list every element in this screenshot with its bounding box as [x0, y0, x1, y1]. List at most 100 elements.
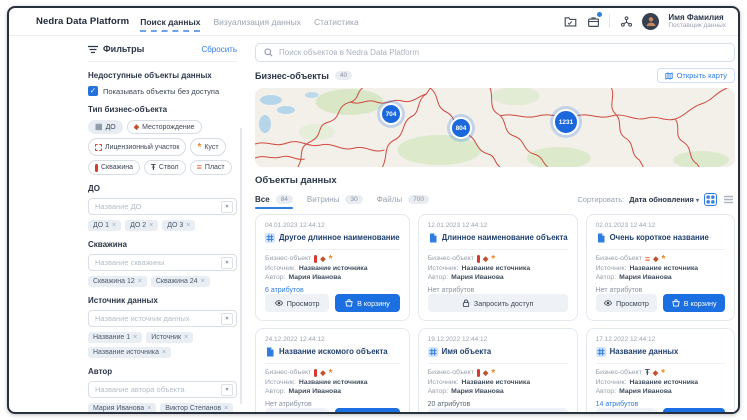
add-to-cart-button[interactable]: В корзину — [335, 294, 400, 313]
author-label: Автор: — [595, 274, 617, 282]
remove-tag-icon[interactable]: × — [138, 278, 142, 285]
org-structure-icon[interactable] — [619, 14, 633, 28]
tab-files-count: 700 — [408, 194, 429, 204]
nav-tab-data-search[interactable]: Поиск данных — [140, 8, 201, 35]
map-cluster-marker[interactable]: 704 — [380, 103, 402, 125]
chip-field[interactable]: ◆ Месторождение — [126, 120, 202, 134]
show-no-access-checkbox-row[interactable]: ✓ Показывать объекты без доступа — [88, 86, 237, 96]
source-label: Источник: — [595, 264, 627, 272]
card-title[interactable]: Название искомого объекта — [279, 347, 388, 356]
sort-dropdown[interactable]: Дата обновления ▾ — [629, 195, 699, 204]
card-title[interactable]: Имя объекта — [442, 347, 492, 356]
remove-tag-icon[interactable]: × — [149, 222, 153, 229]
tag-do-3[interactable]: ДО 3 × — [162, 220, 196, 231]
author-select[interactable]: ▾ — [88, 381, 237, 398]
author-value: Мария Иванова — [451, 388, 504, 396]
attributes-link[interactable]: 14 атрибутов — [596, 401, 725, 408]
user-avatar[interactable] — [642, 12, 660, 30]
view-button[interactable]: Просмотр — [265, 408, 330, 412]
chip-cluster[interactable]: * Куст — [190, 138, 226, 156]
tab-files[interactable]: Файлы 700 — [377, 191, 429, 207]
view-button[interactable]: Просмотр — [265, 294, 330, 313]
remove-tag-icon[interactable]: × — [186, 222, 190, 229]
tag-well-12[interactable]: Скважина 12 × — [88, 276, 147, 287]
remove-tag-icon[interactable]: × — [224, 405, 228, 412]
search-input[interactable] — [279, 48, 726, 57]
request-access-button[interactable]: Запросить доступ — [427, 408, 568, 412]
chip-layer[interactable]: ≡ Пласт — [189, 160, 232, 175]
add-to-cart-button[interactable]: В корзину — [335, 408, 400, 412]
well-select[interactable]: ▾ — [88, 254, 237, 271]
chip-well[interactable]: Скважина — [88, 160, 141, 175]
card-title[interactable]: Длинное наименование объекта — [442, 233, 568, 242]
tag-source-1[interactable]: Название 1 × — [88, 332, 143, 343]
open-map-button[interactable]: Открыть карту — [656, 68, 735, 83]
attributes-text: Нет атрибутов — [427, 287, 475, 295]
app-logo: Nedra Data Platform — [36, 16, 130, 27]
author-input[interactable] — [95, 385, 221, 394]
source-input[interactable] — [95, 314, 221, 323]
map-cluster-marker[interactable]: 804 — [450, 117, 472, 139]
source-label: Источник: — [265, 378, 296, 386]
checkbox-checked-icon[interactable]: ✓ — [88, 86, 98, 96]
tag-do-1[interactable]: ДО 1 × — [88, 220, 122, 231]
remove-tag-icon[interactable]: × — [133, 334, 137, 341]
chevron-down-icon[interactable]: ▾ — [221, 256, 233, 269]
view-button[interactable]: Просмотр — [595, 294, 658, 313]
type-label: Бизнес-объект — [427, 255, 474, 263]
cart-box-icon[interactable] — [586, 11, 604, 28]
grid-view-toggle[interactable] — [704, 192, 717, 206]
do-input[interactable] — [95, 202, 221, 211]
tab-showcases[interactable]: Витрины 30 — [307, 191, 363, 207]
view-button[interactable]: Просмотр — [595, 408, 658, 412]
app-window: Nedra Data Platform Поиск данных Визуали… — [7, 6, 740, 414]
add-to-cart-button[interactable]: В корзину — [663, 294, 726, 313]
remove-tag-icon[interactable]: × — [147, 405, 151, 412]
tag-do-2[interactable]: ДО 2 × — [125, 220, 159, 231]
chevron-down-icon[interactable]: ▾ — [221, 312, 233, 325]
well-input[interactable] — [95, 258, 221, 267]
nav-tab-statistics[interactable]: Статистика — [314, 8, 359, 35]
card-title[interactable]: Другое длинное наименование — [279, 233, 400, 242]
chip-license-area[interactable]: Лицензионный участок — [88, 138, 187, 156]
card-title[interactable]: Очень короткое название — [610, 233, 709, 242]
map-canvas[interactable]: 704 804 1231 — [255, 88, 735, 167]
sidebar-scrollbar[interactable] — [240, 128, 242, 404]
author-label: Автор: — [427, 274, 449, 282]
map-cluster-marker[interactable]: 1231 — [553, 109, 579, 135]
header-divider — [609, 14, 611, 29]
tag-author-2[interactable]: Виктор Степанов × — [160, 403, 234, 412]
well-icon — [476, 255, 480, 264]
card-date: 24.12.2022 12:44:12 — [265, 336, 325, 343]
card-title[interactable]: Название данных — [610, 347, 679, 356]
source-value: Название источника — [629, 378, 699, 386]
source-select[interactable]: ▾ — [88, 310, 237, 327]
data-object-card: 17.12.2022 12:44:12 Название данных Бизн… — [585, 328, 735, 412]
remove-tag-icon[interactable]: × — [162, 349, 166, 356]
attributes-link[interactable]: 6 атрибутов — [265, 287, 400, 294]
tag-well-24[interactable]: Скважина 24 × — [150, 276, 210, 287]
tag-author-1[interactable]: Мария Иванова × — [88, 403, 157, 412]
nav-tab-data-visualization[interactable]: Визуализация данных — [213, 8, 300, 35]
chip-bore[interactable]: Ŧ Ствол — [144, 160, 186, 175]
do-select[interactable]: ▾ — [88, 198, 237, 215]
tab-all[interactable]: Все 84 — [255, 191, 293, 209]
chevron-down-icon[interactable]: ▾ — [221, 200, 233, 213]
documents-icon[interactable] — [563, 14, 577, 28]
search-bar[interactable] — [255, 43, 735, 62]
remove-tag-icon[interactable]: × — [112, 222, 116, 229]
well-tags: Скважина 12 × Скважина 24 × — [88, 276, 237, 287]
add-to-cart-button[interactable]: В корзину — [663, 408, 726, 412]
chip-do[interactable]: ▦ ДО — [88, 120, 123, 134]
remove-tag-icon[interactable]: × — [184, 334, 188, 341]
tag-source-2[interactable]: Источник × — [146, 332, 194, 343]
list-view-toggle[interactable] — [722, 193, 735, 206]
remove-tag-icon[interactable]: × — [201, 278, 205, 285]
reset-filters-link[interactable]: Сбросить — [201, 45, 237, 54]
do-icon: ▦ — [95, 122, 103, 131]
chevron-down-icon[interactable]: ▾ — [221, 383, 233, 396]
user-info[interactable]: Имя Фамилия Поставщик данных — [668, 13, 726, 30]
tag-source-3[interactable]: Название источника × — [88, 347, 172, 358]
sidebar-divider — [88, 61, 237, 62]
request-access-button[interactable]: Запросить доступ — [427, 294, 568, 313]
